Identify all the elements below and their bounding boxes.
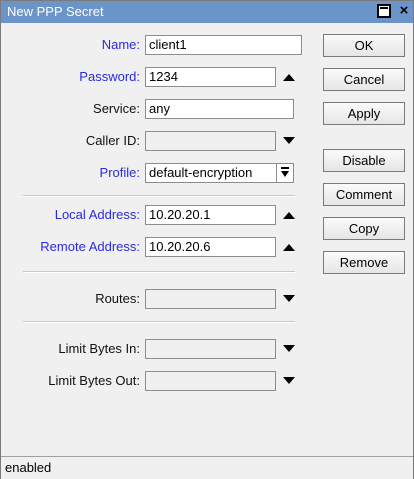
- collapse-up-icon[interactable]: [283, 208, 297, 222]
- dropdown-icon[interactable]: [276, 164, 293, 182]
- service-value: any: [149, 101, 170, 116]
- expand-down-icon[interactable]: [283, 374, 297, 388]
- service-label-wrap: Service:: [1, 101, 140, 121]
- separator: [23, 271, 295, 273]
- limit-bytes-out-input[interactable]: [145, 371, 276, 391]
- limit-bytes-out-label: Limit Bytes Out:: [48, 373, 140, 388]
- title-bar[interactable]: New PPP Secret ×: [1, 1, 413, 23]
- name-input[interactable]: client1: [145, 35, 302, 55]
- separator: [23, 321, 295, 323]
- apply-button[interactable]: Apply: [323, 102, 405, 125]
- service-label: Service:: [93, 101, 140, 116]
- limit-bytes-in-input[interactable]: [145, 339, 276, 359]
- profile-label: Profile:: [99, 165, 140, 180]
- ppp-secret-window: New PPP Secret × Name: client1 Password:…: [0, 0, 414, 479]
- close-icon[interactable]: ×: [395, 3, 413, 18]
- status-bar: enabled: [1, 456, 413, 479]
- limit-bytes-out-label-wrap: Limit Bytes Out:: [1, 373, 140, 393]
- name-label-wrap: Name:: [1, 37, 140, 57]
- separator: [23, 195, 295, 197]
- caller-id-input[interactable]: [145, 131, 276, 151]
- routes-label-wrap: Routes:: [1, 291, 140, 311]
- remote-address-label-wrap: Remote Address:: [1, 239, 140, 259]
- ok-button[interactable]: OK: [323, 34, 405, 57]
- remote-address-input[interactable]: 10.20.20.6: [145, 237, 276, 257]
- expand-down-icon[interactable]: [283, 134, 297, 148]
- local-address-input[interactable]: 10.20.20.1: [145, 205, 276, 225]
- collapse-up-icon[interactable]: [283, 240, 297, 254]
- profile-value: default-encryption: [149, 165, 253, 180]
- window-title: New PPP Secret: [7, 4, 104, 19]
- expand-down-icon[interactable]: [283, 342, 297, 356]
- service-select[interactable]: any: [145, 99, 294, 119]
- copy-button[interactable]: Copy: [323, 217, 405, 240]
- local-address-label-wrap: Local Address:: [1, 207, 140, 227]
- expand-down-icon[interactable]: [283, 292, 297, 306]
- password-label: Password:: [79, 69, 140, 84]
- routes-input[interactable]: [145, 289, 276, 309]
- profile-select[interactable]: default-encryption: [145, 163, 294, 183]
- collapse-up-icon[interactable]: [283, 70, 297, 84]
- maximize-icon[interactable]: [377, 4, 391, 18]
- limit-bytes-in-label-wrap: Limit Bytes In:: [1, 341, 140, 361]
- name-label: Name:: [101, 37, 140, 52]
- password-input[interactable]: 1234: [145, 67, 276, 87]
- remove-button[interactable]: Remove: [323, 251, 405, 274]
- local-address-label: Local Address:: [54, 207, 140, 222]
- cancel-button[interactable]: Cancel: [323, 68, 405, 91]
- disable-button[interactable]: Disable: [323, 149, 405, 172]
- routes-label: Routes:: [95, 291, 140, 306]
- profile-label-wrap: Profile:: [1, 165, 140, 185]
- status-text: enabled: [5, 460, 52, 475]
- limit-bytes-in-label: Limit Bytes In:: [58, 341, 140, 356]
- comment-button[interactable]: Comment: [323, 183, 405, 206]
- caller-id-label-wrap: Caller ID:: [1, 133, 140, 153]
- password-label-wrap: Password:: [1, 69, 140, 89]
- caller-id-label: Caller ID:: [85, 133, 140, 148]
- remote-address-label: Remote Address:: [40, 239, 140, 254]
